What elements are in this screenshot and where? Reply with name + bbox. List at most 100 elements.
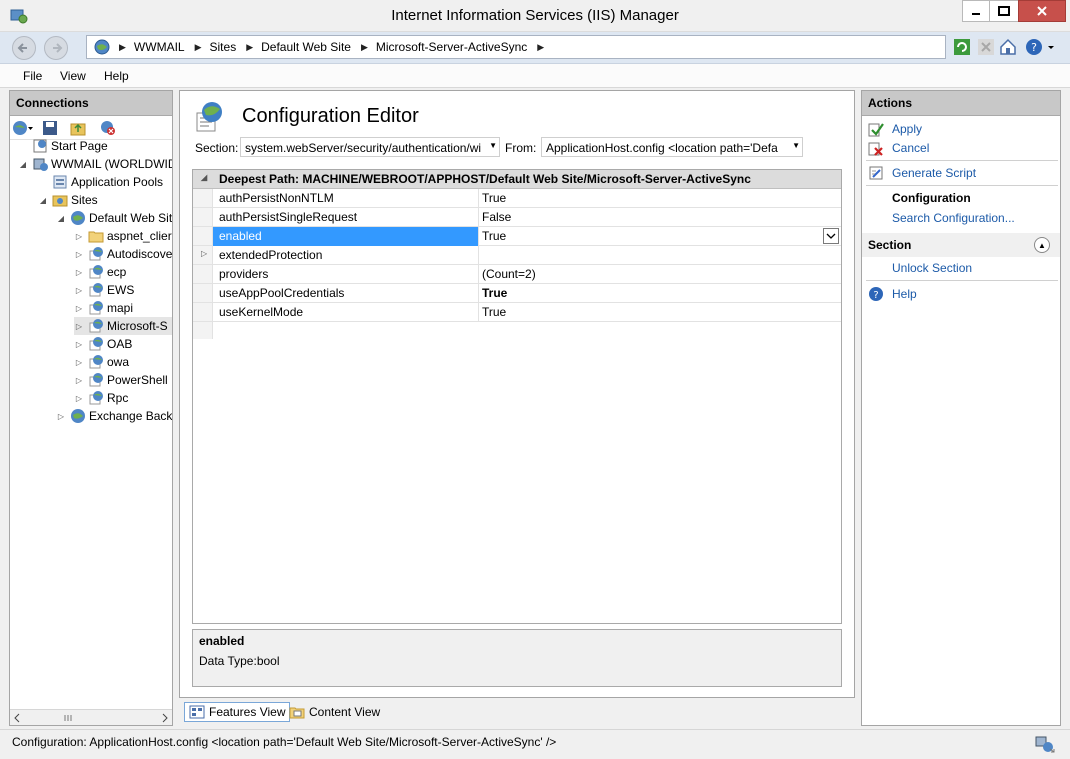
expand-arrow-icon[interactable]: ▷	[74, 358, 84, 367]
apply-action[interactable]: Apply	[868, 121, 922, 137]
scroll-left-icon[interactable]	[12, 713, 22, 723]
expand-arrow-icon[interactable]: ▷	[201, 249, 207, 258]
folder-icon	[88, 231, 104, 243]
breadcrumb-default-web-site[interactable]: ▶ Default Web Site	[246, 40, 351, 54]
maximize-icon	[998, 6, 1010, 16]
minimize-button[interactable]	[962, 0, 990, 22]
menu-help[interactable]: Help	[104, 69, 129, 83]
tree-item-application-pools[interactable]: Application Pools	[52, 173, 163, 191]
collapse-arrow-icon[interactable]: ◢	[201, 173, 207, 182]
tree-item-autodiscover[interactable]: ▷ Autodiscove	[74, 245, 172, 263]
connections-panel: Connections Start Page ◢ WWMAIL (WORLDWI…	[9, 90, 173, 726]
expand-arrow-icon[interactable]: ▷	[74, 340, 84, 349]
tab-content-view[interactable]: Content View	[285, 702, 384, 722]
search-configuration-action[interactable]: Search Configuration...	[892, 211, 1015, 225]
expand-arrow-icon[interactable]: ▷	[74, 304, 84, 313]
property-row-authpersistnonntlm[interactable]: authPersistNonNTLM True	[193, 189, 841, 208]
web-app-icon	[89, 247, 103, 261]
expand-arrow-icon[interactable]: ▷	[74, 394, 84, 403]
tree-item-owa[interactable]: ▷ owa	[74, 353, 129, 371]
tree-item-ecp[interactable]: ▷ ecp	[74, 263, 126, 281]
maximize-button[interactable]	[989, 0, 1019, 22]
unlock-section-action[interactable]: Unlock Section	[892, 261, 972, 275]
property-row-usekernelmode[interactable]: useKernelMode True	[193, 303, 841, 322]
features-view-icon	[189, 705, 205, 719]
section-select[interactable]: system.webServer/security/authentication…	[240, 137, 500, 157]
section-label: Section:	[195, 141, 239, 155]
tree-item-sites[interactable]: ◢ Sites	[38, 191, 98, 209]
sites-folder-icon	[52, 195, 68, 207]
expand-arrow-icon[interactable]: ▷	[74, 232, 84, 241]
window-title: Internet Information Services (IIS) Mana…	[391, 7, 679, 24]
expand-arrow-icon[interactable]: ▷	[74, 286, 84, 295]
scroll-thumb-grip-icon[interactable]	[62, 713, 74, 723]
tree-item-mapi[interactable]: ▷ mapi	[74, 299, 133, 317]
disconnect-icon[interactable]	[100, 120, 116, 136]
home-icon[interactable]	[998, 37, 1018, 57]
value-dropdown-button[interactable]	[823, 228, 839, 244]
grid-header: ◢ Deepest Path: MACHINE/WEBROOT/APPHOST/…	[193, 170, 841, 189]
tree-item-powershell[interactable]: ▷ PowerShell	[74, 371, 168, 389]
collapse-arrow-icon[interactable]: ◢	[38, 196, 48, 205]
tree-item-ews[interactable]: ▷ EWS	[74, 281, 134, 299]
back-arrow-icon	[17, 43, 27, 53]
tree-item-default-web-site[interactable]: ◢ Default Web Sit	[56, 209, 172, 227]
from-select[interactable]: ApplicationHost.config <location path='D…	[541, 137, 803, 157]
property-grid: ◢ Deepest Path: MACHINE/WEBROOT/APPHOST/…	[192, 169, 842, 624]
tree-item-aspnet-client[interactable]: ▷ aspnet_clier	[74, 227, 172, 245]
help-menu-icon[interactable]: ?	[1024, 37, 1044, 57]
actions-panel: Actions Apply Cancel Generate Script Con…	[861, 90, 1061, 726]
breadcrumb-sites[interactable]: ▶ Sites	[195, 40, 237, 54]
apply-icon	[868, 123, 884, 137]
property-row-useapppoolcredentials[interactable]: useAppPoolCredentials True	[193, 284, 841, 303]
address-globe-icon	[94, 39, 110, 55]
from-label: From:	[505, 141, 537, 155]
title-bar: Internet Information Services (IIS) Mana…	[0, 0, 1070, 32]
expand-arrow-icon[interactable]: ▷	[56, 412, 66, 421]
back-button[interactable]	[12, 36, 36, 60]
help-dropdown-icon[interactable]	[1046, 37, 1056, 57]
network-status-icon	[1035, 736, 1055, 753]
refresh-icon[interactable]	[952, 37, 972, 57]
tab-features-view[interactable]: Features View	[184, 702, 291, 722]
web-app-icon	[89, 391, 103, 405]
tree-item-server[interactable]: ◢ WWMAIL (WORLDWID	[18, 155, 172, 173]
tree-item-exchange-back-end[interactable]: ▷ Exchange Back	[56, 407, 172, 425]
chevron-down-icon	[826, 233, 836, 239]
forward-button[interactable]	[44, 36, 68, 60]
address-bar[interactable]: ▶ WWMAIL ▶ Sites ▶ Default Web Site ▶ Micros…	[86, 35, 946, 59]
expand-arrow-icon[interactable]: ▷	[74, 322, 84, 331]
expand-arrow-icon[interactable]: ▷	[74, 250, 84, 259]
help-action[interactable]: ? Help	[868, 286, 917, 302]
menu-file[interactable]: File	[23, 69, 42, 83]
breadcrumb-activesync[interactable]: ▶ Microsoft-Server-ActiveSync	[361, 40, 527, 54]
up-folder-icon[interactable]	[70, 120, 86, 136]
property-row-extendedprotection[interactable]: ▷ extendedProtection	[193, 246, 841, 265]
expand-arrow-icon[interactable]: ▷	[74, 268, 84, 277]
tree-item-oab[interactable]: ▷ OAB	[74, 335, 132, 353]
tree-item-rpc[interactable]: ▷ Rpc	[74, 389, 128, 407]
cancel-action[interactable]: Cancel	[868, 140, 929, 156]
connect-globe-icon[interactable]	[12, 120, 34, 136]
collapse-arrow-icon[interactable]: ◢	[18, 160, 28, 169]
configuration-editor-icon	[196, 102, 222, 132]
collapse-up-icon[interactable]: ▲	[1034, 237, 1050, 253]
close-button[interactable]	[1018, 0, 1066, 22]
menu-view[interactable]: View	[60, 69, 86, 83]
section-group-header: Section ▲	[862, 233, 1060, 257]
collapse-arrow-icon[interactable]: ◢	[56, 214, 66, 223]
save-icon[interactable]	[42, 120, 58, 136]
property-row-enabled[interactable]: enabled True	[193, 227, 841, 246]
breadcrumb-expand[interactable]: ▶	[537, 42, 552, 53]
tree-item-start-page[interactable]: Start Page	[32, 137, 108, 155]
property-row-authpersistsinglerequest[interactable]: authPersistSingleRequest False	[193, 208, 841, 227]
scroll-right-icon[interactable]	[160, 713, 170, 723]
expand-arrow-icon[interactable]: ▷	[74, 376, 84, 385]
connections-horizontal-scrollbar[interactable]	[10, 709, 172, 725]
breadcrumb-wwmail[interactable]: ▶ WWMAIL	[119, 40, 185, 54]
enabled-value[interactable]: True	[482, 229, 506, 243]
tree-item-microsoft-server-activesync[interactable]: ▷ Microsoft-S	[74, 317, 172, 335]
property-row-providers[interactable]: providers (Count=2)	[193, 265, 841, 284]
stop-icon[interactable]	[976, 37, 996, 57]
generate-script-action[interactable]: Generate Script	[868, 165, 976, 181]
